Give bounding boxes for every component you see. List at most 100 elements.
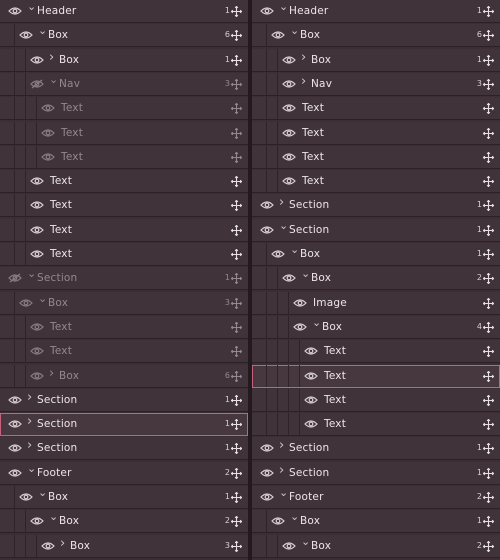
eye-icon[interactable] (8, 395, 22, 405)
move-icon[interactable] (231, 224, 242, 236)
eye-icon[interactable] (271, 249, 285, 259)
layer-row[interactable]: ⌄ Box 6 (252, 24, 500, 48)
eye-icon[interactable] (30, 346, 44, 356)
layer-row[interactable]: Text (0, 340, 248, 364)
chevron-right-icon[interactable]: › (49, 50, 54, 65)
eye-icon[interactable] (19, 298, 33, 308)
move-icon[interactable] (483, 54, 494, 66)
layer-row[interactable]: › Box 1 (252, 48, 500, 72)
move-icon[interactable] (483, 321, 494, 333)
layer-row[interactable]: Text (252, 364, 500, 388)
layer-row[interactable]: Text (252, 97, 500, 121)
move-icon[interactable] (483, 370, 494, 382)
chevron-down-icon[interactable]: ⌄ (290, 243, 299, 257)
eye-icon[interactable] (260, 6, 274, 16)
chevron-down-icon[interactable]: ⌄ (38, 486, 47, 500)
layer-row[interactable]: ⌄ Box 2 (252, 534, 500, 558)
layer-row[interactable]: ⌄ Section 1 (0, 267, 248, 291)
eye-icon[interactable] (30, 225, 44, 235)
chevron-down-icon[interactable]: ⌄ (279, 219, 288, 233)
chevron-down-icon[interactable]: ⌄ (290, 24, 299, 38)
move-icon[interactable] (483, 492, 494, 503)
move-icon[interactable] (483, 467, 494, 479)
eye-off-icon[interactable] (30, 79, 44, 89)
move-icon[interactable] (483, 127, 494, 139)
chevron-right-icon[interactable]: › (279, 463, 284, 478)
move-icon[interactable] (483, 224, 494, 236)
chevron-right-icon[interactable]: › (301, 50, 306, 65)
layer-row[interactable]: Text (0, 121, 248, 145)
move-icon[interactable] (231, 370, 242, 382)
eye-icon[interactable] (260, 468, 274, 478)
chevron-down-icon[interactable]: ⌄ (301, 535, 310, 549)
move-icon[interactable] (483, 443, 494, 455)
move-icon[interactable] (231, 273, 242, 285)
eye-icon[interactable] (293, 322, 307, 332)
layer-row[interactable]: Text (0, 97, 248, 121)
layer-row[interactable]: › Box 6 (0, 364, 248, 388)
move-icon[interactable] (483, 176, 494, 188)
layer-row[interactable]: › Section 1 (252, 194, 500, 218)
chevron-down-icon[interactable]: ⌄ (279, 0, 288, 14)
layer-row[interactable]: Text (252, 145, 500, 169)
eye-icon[interactable] (282, 79, 296, 89)
eye-icon[interactable] (304, 371, 318, 381)
chevron-right-icon[interactable]: › (60, 536, 65, 551)
chevron-down-icon[interactable]: ⌄ (279, 486, 288, 500)
chevron-right-icon[interactable]: › (27, 390, 32, 405)
eye-off-icon[interactable] (8, 273, 22, 283)
move-icon[interactable] (483, 103, 494, 115)
layer-row[interactable]: › Section 1 (0, 413, 248, 437)
chevron-right-icon[interactable]: › (49, 366, 54, 381)
move-icon[interactable] (231, 394, 242, 406)
move-icon[interactable] (231, 540, 242, 552)
eye-icon[interactable] (282, 273, 296, 283)
eye-icon[interactable] (282, 176, 296, 186)
eye-icon[interactable] (282, 152, 296, 162)
eye-icon[interactable] (41, 103, 55, 113)
move-icon[interactable] (231, 297, 242, 309)
move-icon[interactable] (483, 516, 494, 528)
move-icon[interactable] (231, 30, 242, 42)
eye-icon[interactable] (30, 200, 44, 210)
layer-row[interactable]: › Section 1 (252, 437, 500, 461)
layer-row[interactable]: ⌄ Box 6 (0, 24, 248, 48)
layer-row[interactable]: Text (0, 243, 248, 266)
move-icon[interactable] (231, 151, 242, 163)
layer-row[interactable]: Text (252, 121, 500, 145)
layer-row[interactable]: Text (0, 194, 248, 218)
eye-icon[interactable] (8, 468, 22, 478)
layer-row[interactable]: ⌄ Box 2 (0, 510, 248, 534)
eye-icon[interactable] (30, 176, 44, 186)
move-icon[interactable] (231, 443, 242, 455)
layer-row[interactable]: ⌄ Header 1 (0, 0, 248, 23)
move-icon[interactable] (231, 200, 242, 212)
eye-icon[interactable] (304, 395, 318, 405)
layer-row[interactable]: › Section 1 (0, 437, 248, 461)
move-icon[interactable] (483, 200, 494, 212)
layer-row[interactable]: Text (252, 413, 500, 437)
eye-icon[interactable] (30, 55, 44, 65)
layer-row[interactable]: › Box 1 (0, 48, 248, 72)
eye-icon[interactable] (271, 30, 285, 40)
move-icon[interactable] (483, 419, 494, 431)
layer-row[interactable]: Text (0, 145, 248, 169)
chevron-right-icon[interactable]: › (279, 439, 284, 453)
chevron-down-icon[interactable]: ⌄ (301, 267, 310, 281)
chevron-down-icon[interactable]: ⌄ (312, 316, 321, 330)
move-icon[interactable] (483, 273, 494, 285)
chevron-down-icon[interactable]: ⌄ (27, 462, 36, 476)
eye-icon[interactable] (8, 419, 22, 429)
eye-icon[interactable] (30, 249, 44, 259)
eye-icon[interactable] (282, 103, 296, 113)
layer-row[interactable]: ⌄ Footer 2 (0, 461, 248, 485)
move-icon[interactable] (231, 176, 242, 188)
chevron-right-icon[interactable]: › (301, 74, 306, 89)
chevron-right-icon[interactable]: › (27, 415, 32, 429)
move-icon[interactable] (231, 6, 242, 17)
eye-icon[interactable] (41, 152, 55, 162)
move-icon[interactable] (231, 103, 242, 115)
move-icon[interactable] (483, 297, 494, 309)
move-icon[interactable] (231, 321, 242, 333)
eye-icon[interactable] (271, 516, 285, 526)
